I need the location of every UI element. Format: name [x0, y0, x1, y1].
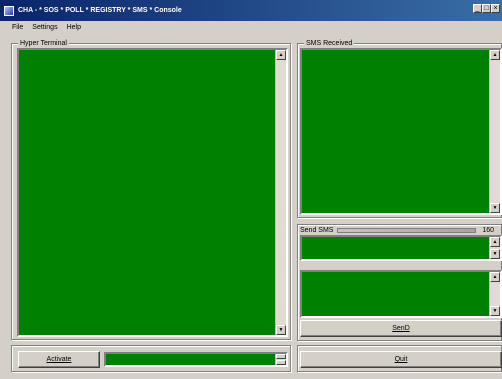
send-sms-header: Send SMS 160 [300, 226, 502, 235]
activate-input[interactable] [104, 352, 288, 367]
terminal-scrollbar[interactable]: ▲ ▼ [275, 50, 286, 335]
app-icon [4, 5, 14, 16]
spin-down-icon[interactable] [276, 360, 286, 365]
quit-button-label: Quit [394, 356, 408, 363]
sms-received-scrollbar[interactable]: ▲ ▼ [489, 50, 500, 213]
scroll-up-icon[interactable]: ▲ [490, 272, 500, 282]
activate-spinner[interactable] [275, 354, 286, 365]
main-window: CHA - * SOS * POLL * REGISTRY * SMS * Co… [0, 0, 502, 379]
menu-settings[interactable]: Settings [32, 24, 57, 31]
menu-file[interactable]: File [12, 24, 23, 31]
scroll-down-icon[interactable]: ▼ [490, 249, 500, 259]
activate-button-label: Activate [46, 356, 72, 363]
close-button[interactable]: × [491, 4, 500, 13]
activate-button[interactable]: Activate [18, 351, 100, 368]
scroll-down-icon[interactable]: ▼ [490, 306, 500, 316]
menu-bar: File Settings Help [0, 21, 502, 34]
minimize-button[interactable]: _ [473, 4, 482, 13]
send-sms-input[interactable]: ▲ ▼ [300, 235, 502, 261]
scroll-up-icon[interactable]: ▲ [490, 50, 500, 60]
scroll-up-icon[interactable]: ▲ [490, 237, 500, 247]
window-title: CHA - * SOS * POLL * REGISTRY * SMS * Co… [18, 7, 182, 14]
hyper-terminal-label: Hyper Terminal [18, 39, 69, 48]
hyper-terminal-output[interactable]: ▲ ▼ [17, 48, 288, 337]
scroll-up-icon[interactable]: ▲ [276, 50, 286, 60]
maximize-button[interactable]: □ [482, 4, 491, 13]
spin-up-icon[interactable] [276, 354, 286, 359]
sms-received-output[interactable]: ▲ ▼ [300, 48, 502, 215]
send-button[interactable]: SenD [300, 320, 502, 337]
menu-help[interactable]: Help [67, 24, 81, 31]
send-sms-label: Send SMS [300, 227, 338, 234]
char-count: 160 [482, 227, 494, 234]
scroll-down-icon[interactable]: ▼ [490, 203, 500, 213]
sms-message-input[interactable]: ▲ ▼ [300, 270, 502, 318]
scroll-down-icon[interactable]: ▼ [276, 325, 286, 335]
quit-button[interactable]: Quit [300, 351, 502, 368]
sms-received-label: SMS Received [304, 39, 355, 48]
send-sms-scrollbar[interactable]: ▲ ▼ [489, 237, 500, 259]
title-bar[interactable]: CHA - * SOS * POLL * REGISTRY * SMS * Co… [0, 0, 502, 21]
char-count-bar [337, 228, 477, 233]
send-button-label: SenD [392, 325, 410, 332]
message-scrollbar[interactable]: ▲ ▼ [489, 272, 500, 316]
